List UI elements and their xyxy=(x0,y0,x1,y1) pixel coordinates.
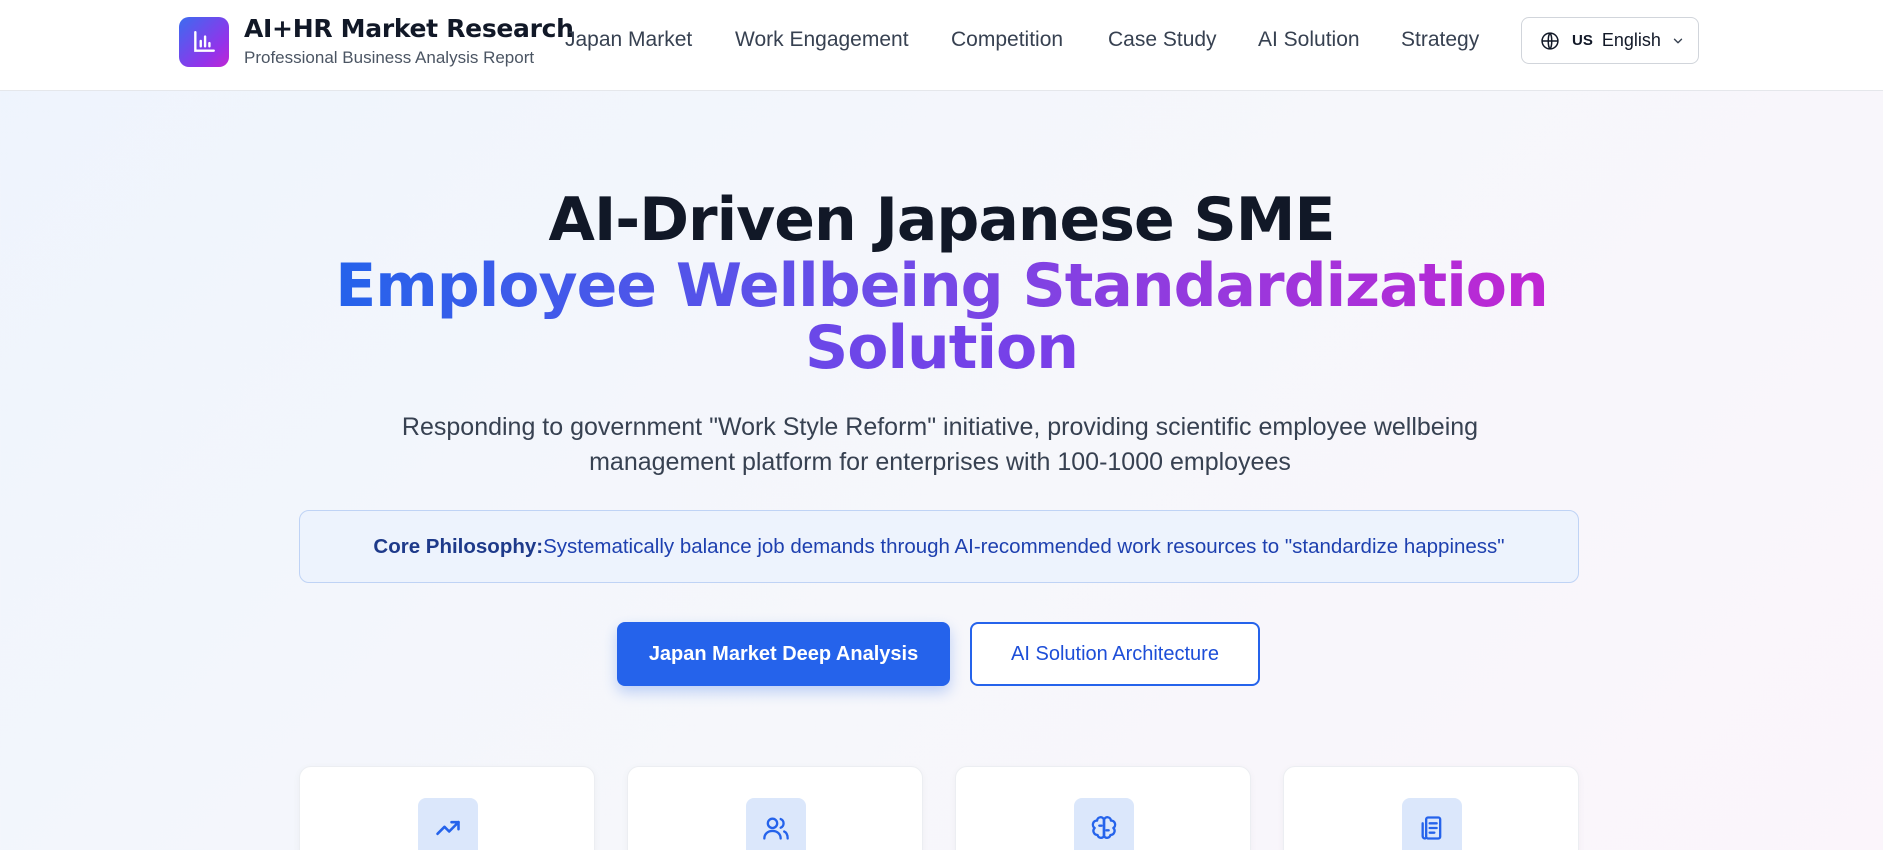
users-icon xyxy=(746,798,806,850)
nav-item-ai-solution[interactable]: AI Solution xyxy=(1258,26,1360,54)
feature-card-engagement xyxy=(627,766,923,850)
ai-solution-architecture-button[interactable]: AI Solution Architecture xyxy=(970,622,1260,686)
nav-item-japan-market[interactable]: Japan Market xyxy=(565,26,692,54)
feature-card-strategy xyxy=(1283,766,1579,850)
nav-item-strategy[interactable]: Strategy xyxy=(1401,26,1479,54)
philosophy-text: Systematically balance job demands throu… xyxy=(543,534,1505,558)
hero-title: AI-Driven Japanese SME xyxy=(548,185,1336,255)
document-icon xyxy=(1402,798,1462,850)
brand[interactable]: AI+HR Market Research Professional Busin… xyxy=(179,14,574,70)
hero-description: Responding to government "Work Style Ref… xyxy=(401,413,1479,476)
nav-item-competition[interactable]: Competition xyxy=(951,26,1063,54)
feature-card-ai xyxy=(955,766,1251,850)
language-label: English xyxy=(1601,30,1661,50)
bar-chart-icon xyxy=(179,17,229,67)
nav-item-case-study[interactable]: Case Study xyxy=(1108,26,1217,54)
app-title: AI+HR Market Research xyxy=(244,14,574,43)
philosophy-label: Core Philosophy: xyxy=(373,534,544,558)
japan-market-analysis-button[interactable]: Japan Market Deep Analysis xyxy=(617,622,950,686)
app-subtitle: Professional Business Analysis Report xyxy=(244,48,535,67)
hero-highlight-title: Employee Wellbeing Standardization Solut… xyxy=(0,255,1883,379)
trending-up-icon xyxy=(418,798,478,850)
language-flag: US xyxy=(1572,32,1593,49)
nav-item-work-engagement[interactable]: Work Engagement xyxy=(735,26,909,54)
language-selector[interactable]: US English xyxy=(1521,17,1699,64)
hero-highlight-line1: Employee Wellbeing Standardization xyxy=(335,251,1548,321)
core-philosophy-banner: Core Philosophy: Systematically balance j… xyxy=(299,510,1579,583)
hero-highlight-line2: Solution xyxy=(805,313,1079,383)
brain-icon xyxy=(1074,798,1134,850)
feature-card-market xyxy=(299,766,595,850)
chevron-down-icon xyxy=(1671,34,1685,48)
globe-icon xyxy=(1540,31,1560,51)
top-header: AI+HR Market Research Professional Busin… xyxy=(0,0,1883,91)
